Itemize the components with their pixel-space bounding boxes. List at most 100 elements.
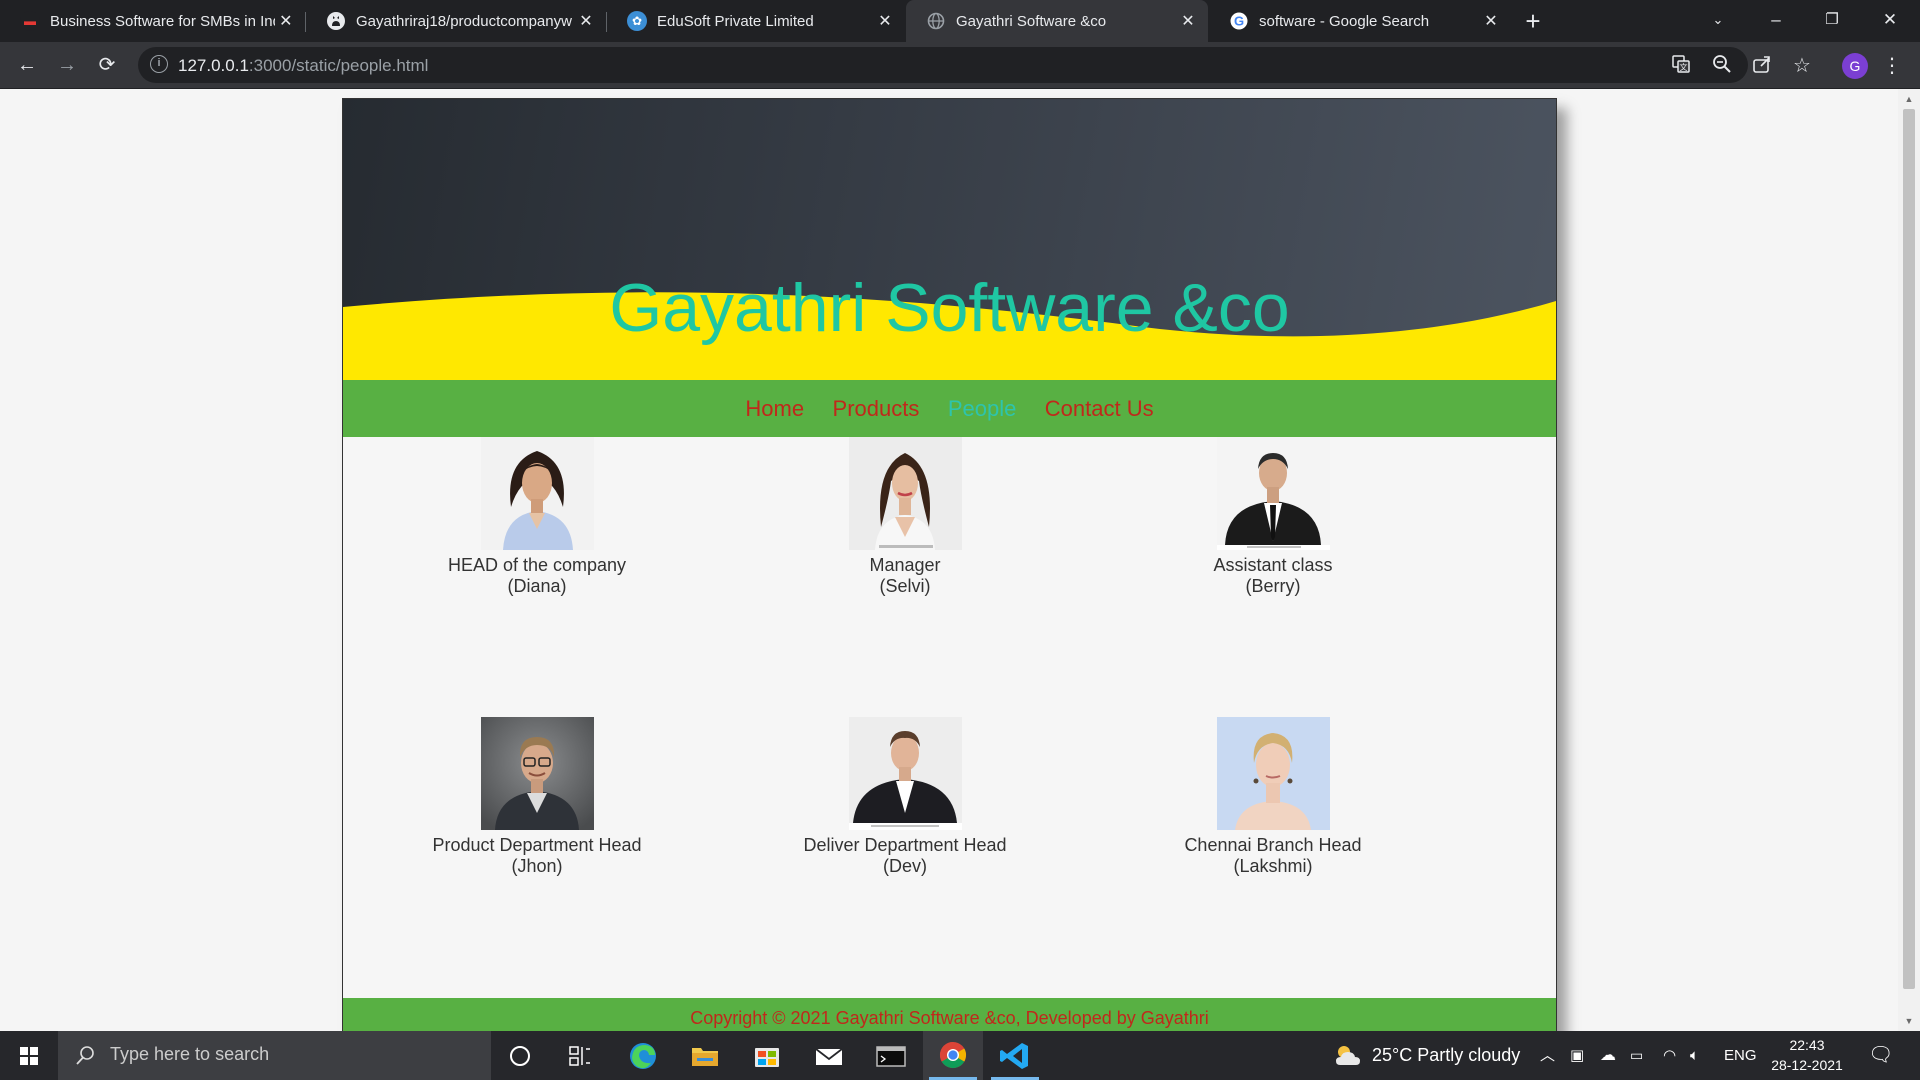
- photo-selvi: [848, 437, 962, 550]
- svg-text:文: 文: [1680, 62, 1688, 72]
- close-icon[interactable]: ✕: [574, 11, 598, 31]
- tab-title: Gayathriraj18/productcompanyw: [356, 12, 572, 30]
- photo-dev: [848, 717, 962, 830]
- close-icon[interactable]: ✕: [275, 11, 297, 31]
- chrome-icon[interactable]: [923, 1031, 983, 1080]
- url-text: 127.0.0.1:3000/static/people.html: [178, 56, 429, 75]
- person-card: Assistant class (Berry): [1123, 437, 1423, 597]
- nav-home[interactable]: Home: [745, 380, 804, 437]
- hero-banner: Gayathri Software &co: [343, 99, 1556, 380]
- person-role: HEAD of the company: [447, 555, 627, 575]
- clock-time: 22:43: [1789, 1037, 1825, 1053]
- person-card: Product Department Head (Jhon): [387, 717, 687, 877]
- taskbar-search-box[interactable]: Type here to search: [58, 1031, 491, 1080]
- back-button[interactable]: ←: [10, 48, 44, 82]
- person-card: Deliver Department Head (Dev): [755, 717, 1055, 877]
- photo-jhon: [480, 717, 594, 830]
- svg-text:G: G: [1234, 14, 1244, 29]
- photo-berry: [1216, 437, 1330, 550]
- notification-center-icon[interactable]: 🗨︎: [1868, 1031, 1893, 1080]
- person-role: Assistant class: [1213, 555, 1333, 575]
- person-name: (Diana): [507, 576, 567, 596]
- start-button[interactable]: [0, 1031, 58, 1080]
- browser-toolbar: ← → ⟳ i 127.0.0.1:3000/static/people.htm…: [0, 42, 1920, 89]
- windows-taskbar: Type here to search 25°C Partly cloudy ︿…: [0, 1031, 1920, 1080]
- site-nav: Home Products People Contact Us: [343, 380, 1556, 437]
- reload-button[interactable]: ⟳: [90, 48, 124, 82]
- person-name: (Lakshmi): [1233, 856, 1313, 876]
- meet-now-icon[interactable]: ▣: [1570, 1031, 1584, 1080]
- close-window-button[interactable]: ✕: [1862, 0, 1918, 42]
- vertical-scrollbar[interactable]: ▲ ▼: [1898, 89, 1920, 1031]
- page-viewport: Gayathri Software &co Home Products Peop…: [0, 89, 1898, 1031]
- tab-gayathri-software[interactable]: Gayathri Software &co ✕: [906, 0, 1208, 42]
- forward-button[interactable]: →: [50, 48, 84, 82]
- site-footer: Copyright © 2021 Gayathri Software &co, …: [343, 998, 1556, 1031]
- tab-business-software[interactable]: ▬ Business Software for SMBs in India ✕: [0, 0, 305, 42]
- partly-cloudy-icon: [1336, 1046, 1360, 1065]
- mail-icon[interactable]: [799, 1031, 859, 1080]
- site-title: Gayathri Software &co: [609, 270, 1290, 346]
- edge-icon[interactable]: [613, 1031, 673, 1080]
- terminal-icon[interactable]: [861, 1031, 921, 1080]
- person-card: Chennai Branch Head (Lakshmi): [1123, 717, 1423, 877]
- scroll-up-arrow-icon[interactable]: ▲: [1898, 91, 1920, 107]
- vscode-icon[interactable]: [985, 1031, 1045, 1080]
- translate-icon[interactable]: 文: [1669, 54, 1693, 78]
- new-tab-button[interactable]: +: [1518, 6, 1548, 36]
- restore-button[interactable]: ❐: [1804, 0, 1860, 42]
- tab-title: EduSoft Private Limited: [657, 12, 814, 30]
- google-icon: G: [1229, 11, 1249, 31]
- person-name: (Selvi): [879, 576, 931, 596]
- tab-edusoft[interactable]: ✿ EduSoft Private Limited ✕: [607, 0, 905, 42]
- profile-avatar[interactable]: G: [1842, 53, 1868, 79]
- tab-title: Business Software for SMBs in India: [50, 12, 275, 30]
- close-icon[interactable]: ✕: [1176, 11, 1200, 31]
- person-name: (Berry): [1245, 576, 1301, 596]
- tab-search-button[interactable]: ⌄: [1690, 0, 1746, 42]
- share-icon[interactable]: [1750, 54, 1774, 78]
- tab-title: Gayathri Software &co: [956, 12, 1107, 30]
- person-name: (Jhon): [511, 856, 563, 876]
- address-bar[interactable]: i 127.0.0.1:3000/static/people.html: [138, 47, 1748, 83]
- minimize-button[interactable]: –: [1748, 0, 1804, 42]
- scroll-down-arrow-icon[interactable]: ▼: [1898, 1013, 1920, 1029]
- weather-text: 25°C Partly cloudy: [1372, 1045, 1521, 1065]
- onedrive-cloud-icon[interactable]: ☁: [1600, 1031, 1616, 1080]
- info-icon[interactable]: i: [150, 55, 168, 73]
- language-indicator[interactable]: ENG: [1724, 1031, 1757, 1080]
- wifi-icon[interactable]: ◠: [1663, 1031, 1676, 1080]
- tab-github[interactable]: Gayathriraj18/productcompanyw ✕: [306, 0, 606, 42]
- copyright-text: Copyright © 2021 Gayathri Software &co, …: [690, 1008, 1209, 1028]
- tab-google-search[interactable]: G software - Google Search ✕: [1209, 0, 1511, 42]
- search-placeholder: Type here to search: [110, 1044, 270, 1064]
- microsoft-store-icon[interactable]: [737, 1031, 797, 1080]
- volume-icon[interactable]: 🔈︎: [1690, 1031, 1699, 1080]
- person-card: HEAD of the company (Diana): [387, 437, 687, 597]
- globe-icon: [926, 11, 946, 31]
- close-icon[interactable]: ✕: [1479, 11, 1503, 31]
- more-menu-icon[interactable]: ⋮: [1882, 54, 1902, 78]
- clock-date: 28-12-2021: [1771, 1057, 1843, 1073]
- tab-title: software - Google Search: [1259, 12, 1430, 30]
- cortana-icon[interactable]: [490, 1031, 550, 1080]
- zoom-icon[interactable]: [1710, 54, 1734, 78]
- photo-diana: [480, 437, 594, 550]
- battery-icon[interactable]: ▭: [1630, 1031, 1643, 1080]
- edusoft-logo-icon: ✿: [627, 11, 647, 31]
- scrollbar-thumb[interactable]: [1903, 109, 1915, 989]
- bookmark-star-icon[interactable]: ☆: [1790, 54, 1814, 78]
- nav-people[interactable]: People: [948, 380, 1017, 437]
- task-view-icon[interactable]: [550, 1031, 610, 1080]
- site-container: Gayathri Software &co Home Products Peop…: [342, 98, 1557, 1031]
- github-icon: [326, 11, 346, 31]
- nav-products[interactable]: Products: [833, 380, 920, 437]
- zoho-logo-icon: ▬: [20, 11, 40, 31]
- file-explorer-icon[interactable]: [675, 1031, 735, 1080]
- search-icon: [76, 1046, 94, 1065]
- show-hidden-icons-chevron-icon[interactable]: ︿: [1540, 1031, 1555, 1080]
- close-icon[interactable]: ✕: [873, 11, 897, 31]
- person-role: Chennai Branch Head: [1184, 835, 1362, 855]
- nav-contact-us[interactable]: Contact Us: [1045, 380, 1154, 437]
- taskbar-clock[interactable]: 22:43 28-12-2021: [1762, 1035, 1852, 1075]
